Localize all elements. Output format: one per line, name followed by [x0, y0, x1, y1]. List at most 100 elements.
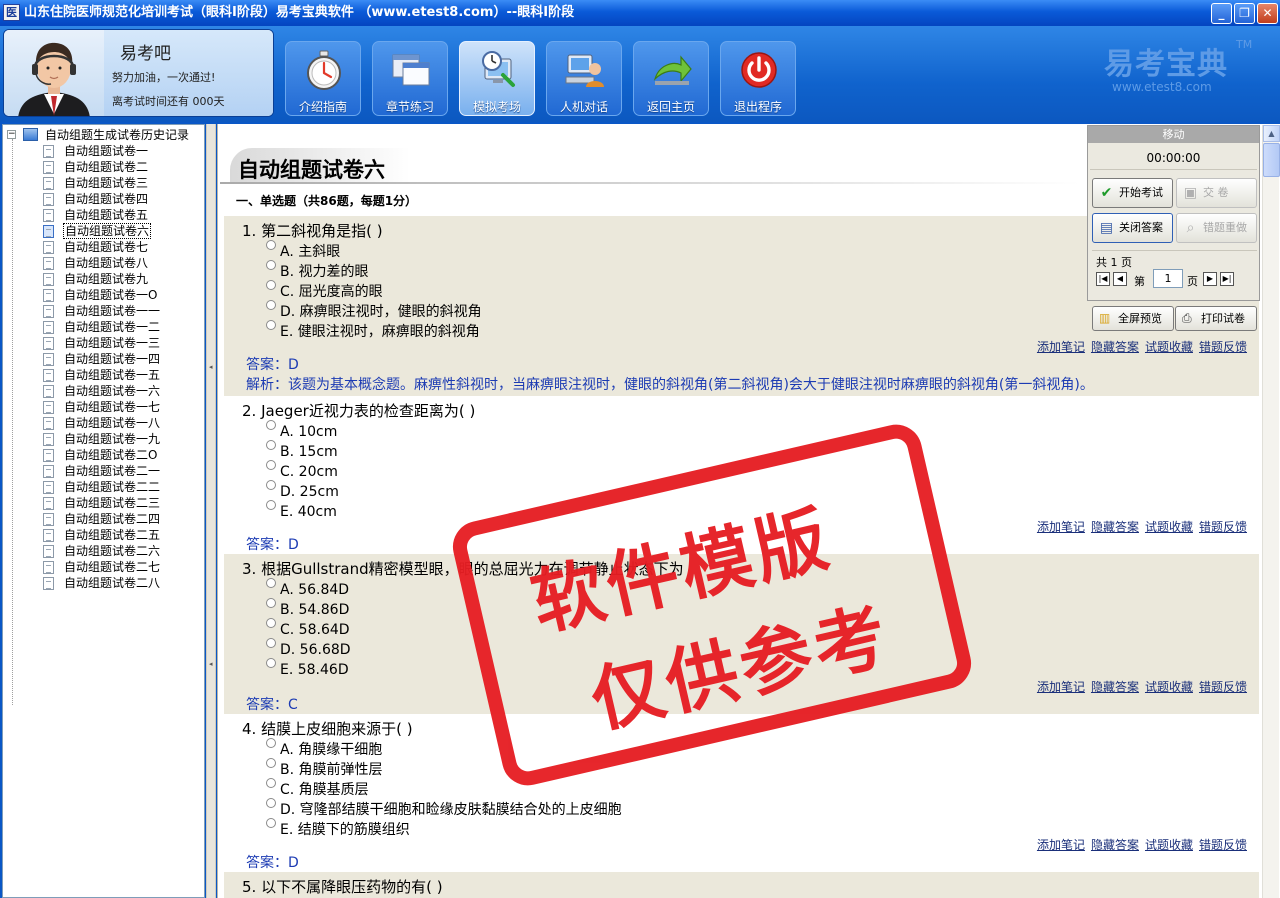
- tree-item[interactable]: 自动组题试卷一八: [3, 415, 203, 431]
- tree-item[interactable]: 自动组题试卷六: [3, 223, 203, 239]
- radio-button[interactable]: [266, 818, 276, 828]
- option-b[interactable]: B. 54.86D: [266, 598, 349, 618]
- prev-page-icon[interactable]: ◀: [1113, 272, 1127, 286]
- add-note-link[interactable]: 添加笔记: [1037, 838, 1085, 852]
- tree-item[interactable]: 自动组题试卷二三: [3, 495, 203, 511]
- radio-button[interactable]: [266, 598, 276, 608]
- option-a[interactable]: A. 主斜眼: [266, 240, 340, 260]
- add-note-link[interactable]: 添加笔记: [1037, 680, 1085, 694]
- tree-item[interactable]: 自动组题试卷一五: [3, 367, 203, 383]
- feedback-link[interactable]: 错题反馈: [1199, 520, 1247, 534]
- option-a[interactable]: A. 56.84D: [266, 578, 349, 598]
- radio-button[interactable]: [266, 658, 276, 668]
- favorite-link[interactable]: 试题收藏: [1145, 340, 1193, 354]
- tree-item[interactable]: 自动组题试卷一O: [3, 287, 203, 303]
- hide-answer-link[interactable]: 隐藏答案: [1091, 520, 1139, 534]
- tree-item[interactable]: 自动组题试卷五: [3, 207, 203, 223]
- option-e[interactable]: E. 健眼注视时，麻痹眼的斜视角: [266, 320, 480, 340]
- option-c[interactable]: C. 角膜基质层: [266, 778, 369, 798]
- tree-item[interactable]: 自动组题试卷二六: [3, 543, 203, 559]
- option-a[interactable]: A. 10cm: [266, 420, 337, 440]
- radio-button[interactable]: [266, 460, 276, 470]
- mock-exam-button[interactable]: 模拟考场: [459, 41, 535, 116]
- tree-item[interactable]: 自动组题试卷一七: [3, 399, 203, 415]
- return-home-button[interactable]: 返回主页: [633, 41, 709, 116]
- panel-splitter[interactable]: ◂ ◂: [206, 124, 216, 898]
- splitter-left-arrow-icon[interactable]: ◂: [209, 659, 213, 669]
- tree-item[interactable]: 自动组题试卷二五: [3, 527, 203, 543]
- man-machine-dialogue-button[interactable]: 人机对话: [546, 41, 622, 116]
- first-page-icon[interactable]: |◀: [1096, 272, 1110, 286]
- option-b[interactable]: B. 15cm: [266, 440, 338, 460]
- option-d[interactable]: D. 麻痹眼注视时，健眼的斜视角: [266, 300, 482, 320]
- close-button[interactable]: ✕: [1257, 3, 1278, 24]
- vertical-scrollbar[interactable]: ▲: [1262, 125, 1280, 898]
- radio-button[interactable]: [266, 638, 276, 648]
- option-d[interactable]: D. 25cm: [266, 480, 339, 500]
- tree-item[interactable]: 自动组题试卷一六: [3, 383, 203, 399]
- tree-item[interactable]: 自动组题试卷二: [3, 159, 203, 175]
- option-a[interactable]: A. 角膜缘干细胞: [266, 738, 382, 758]
- option-d[interactable]: D. 穹隆部结膜干细胞和睑缘皮肤黏膜结合处的上皮细胞: [266, 798, 622, 818]
- exit-program-button[interactable]: 退出程序: [720, 41, 796, 116]
- radio-button[interactable]: [266, 738, 276, 748]
- option-e[interactable]: E. 58.46D: [266, 658, 349, 678]
- scroll-thumb[interactable]: [1263, 143, 1280, 177]
- feedback-link[interactable]: 错题反馈: [1199, 838, 1247, 852]
- option-c[interactable]: C. 58.64D: [266, 618, 350, 638]
- tree-item[interactable]: 自动组题试卷一四: [3, 351, 203, 367]
- tree-item[interactable]: 自动组题试卷七: [3, 239, 203, 255]
- tree-item[interactable]: 自动组题试卷一九: [3, 431, 203, 447]
- tree-item[interactable]: 自动组题试卷四: [3, 191, 203, 207]
- radio-button[interactable]: [266, 480, 276, 490]
- radio-button[interactable]: [266, 440, 276, 450]
- start-exam-button[interactable]: ✔ 开始考试: [1092, 178, 1173, 208]
- redo-wrong-button[interactable]: ⌕ 错题重做: [1176, 213, 1257, 243]
- tree-item[interactable]: 自动组题试卷三: [3, 175, 203, 191]
- radio-button[interactable]: [266, 798, 276, 808]
- option-c[interactable]: C. 20cm: [266, 460, 338, 480]
- tree-item[interactable]: 自动组题试卷九: [3, 271, 203, 287]
- hide-answer-link[interactable]: 隐藏答案: [1091, 340, 1139, 354]
- radio-button[interactable]: [266, 300, 276, 310]
- favorite-link[interactable]: 试题收藏: [1145, 838, 1193, 852]
- scroll-up-arrow-icon[interactable]: ▲: [1263, 125, 1280, 142]
- radio-button[interactable]: [266, 280, 276, 290]
- submit-paper-button[interactable]: ▣ 交 卷: [1176, 178, 1257, 208]
- option-e[interactable]: E. 40cm: [266, 500, 337, 520]
- tree-item[interactable]: 自动组题试卷二二: [3, 479, 203, 495]
- tree-item[interactable]: 自动组题试卷二四: [3, 511, 203, 527]
- next-page-icon[interactable]: ▶: [1203, 272, 1217, 286]
- radio-button[interactable]: [266, 500, 276, 510]
- radio-button[interactable]: [266, 240, 276, 250]
- radio-button[interactable]: [266, 320, 276, 330]
- tree-item[interactable]: 自动组题试卷八: [3, 255, 203, 271]
- tree-item[interactable]: 自动组题试卷一二: [3, 319, 203, 335]
- add-note-link[interactable]: 添加笔记: [1037, 340, 1085, 354]
- restore-button[interactable]: ❐: [1234, 3, 1255, 24]
- radio-button[interactable]: [266, 260, 276, 270]
- option-d[interactable]: D. 56.68D: [266, 638, 351, 658]
- splitter-left-arrow-icon[interactable]: ◂: [209, 362, 213, 372]
- last-page-icon[interactable]: ▶|: [1220, 272, 1234, 286]
- radio-button[interactable]: [266, 758, 276, 768]
- option-b[interactable]: B. 视力差的眼: [266, 260, 369, 280]
- feedback-link[interactable]: 错题反馈: [1199, 340, 1247, 354]
- tree-item[interactable]: 自动组题试卷二一: [3, 463, 203, 479]
- intro-guide-button[interactable]: 介绍指南: [285, 41, 361, 116]
- tree-item[interactable]: 自动组题试卷一: [3, 143, 203, 159]
- page-number-input[interactable]: 1: [1153, 269, 1183, 288]
- radio-button[interactable]: [266, 578, 276, 588]
- option-e[interactable]: E. 结膜下的筋膜组织: [266, 818, 410, 838]
- collapse-icon[interactable]: −: [7, 130, 16, 139]
- chapter-practice-button[interactable]: 章节练习: [372, 41, 448, 116]
- close-answer-button[interactable]: ▤ 关闭答案: [1092, 213, 1173, 243]
- option-b[interactable]: B. 角膜前弹性层: [266, 758, 383, 778]
- tree-item[interactable]: 自动组题试卷二七: [3, 559, 203, 575]
- feedback-link[interactable]: 错题反馈: [1199, 680, 1247, 694]
- tree-item[interactable]: 自动组题试卷一三: [3, 335, 203, 351]
- radio-button[interactable]: [266, 778, 276, 788]
- minimize-button[interactable]: _: [1211, 3, 1232, 24]
- radio-button[interactable]: [266, 420, 276, 430]
- print-paper-button[interactable]: ⎙ 打印试卷: [1175, 306, 1257, 331]
